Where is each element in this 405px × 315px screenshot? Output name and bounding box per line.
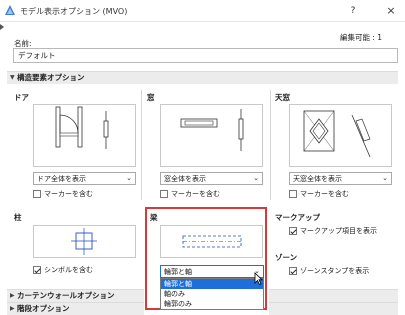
- column-divider: [270, 90, 271, 200]
- column-preview: [33, 225, 136, 258]
- chevron-down-icon: ⌄: [126, 174, 132, 182]
- section-header-construction[interactable]: ▼ 構造要素オプション: [7, 71, 398, 84]
- door-preview: [33, 104, 136, 167]
- section-header-curtain-wall-tail: [269, 289, 398, 302]
- section-header-stair-tail: [269, 302, 398, 315]
- close-button[interactable]: ×: [383, 4, 399, 18]
- door-display-select[interactable]: ドア全体を表示 ⌄: [33, 172, 136, 185]
- mouse-pointer-icon: [254, 272, 263, 285]
- skylight-title: 天窓: [275, 93, 290, 102]
- beam-symbol-icon: [182, 235, 242, 248]
- section-header-curtain-wall[interactable]: ▶ カーテンウォールオプション: [7, 289, 144, 302]
- beam-options-dropdown[interactable]: 輪郭と軸 軸のみ 輪郭のみ: [160, 278, 264, 310]
- column-symbol-label: シンボルを含む: [44, 266, 93, 274]
- skylight-marker-label: マーカーを含む: [300, 190, 349, 198]
- checkbox-box[interactable]: [289, 227, 297, 235]
- checkbox-box[interactable]: [33, 266, 41, 274]
- expand-caret-icon: ▶: [10, 292, 15, 299]
- zone-stamp-checkbox[interactable]: ゾーンスタンプを表示: [289, 266, 369, 276]
- window-title-label: 窓: [147, 93, 155, 102]
- dock-marker-icon: [0, 24, 4, 30]
- window-preview: [160, 104, 263, 167]
- window-select-value: 窓全体を表示: [164, 175, 206, 183]
- beam-display-select[interactable]: 輪郭と軸 ⌄: [160, 265, 264, 278]
- markup-show-label: マークアップ項目を表示: [300, 227, 377, 235]
- markup-show-checkbox[interactable]: マークアップ項目を表示: [289, 226, 377, 236]
- checkbox-box[interactable]: [289, 267, 297, 275]
- skylight-select-value: 天窓全体を表示: [293, 175, 342, 183]
- column-symbol-icon: [71, 228, 97, 255]
- window-marker-label: マーカーを含む: [171, 190, 220, 198]
- zone-title: ゾーン: [275, 253, 298, 262]
- collapse-caret-icon: ▼: [10, 74, 15, 81]
- section-title: 構造要素オプション: [17, 73, 85, 82]
- checkbox-box[interactable]: [289, 190, 297, 198]
- window-display-select[interactable]: 窓全体を表示 ⌄: [160, 172, 263, 185]
- beam-preview: [160, 225, 263, 258]
- chevron-down-icon: ⌄: [382, 174, 388, 182]
- door-marker-checkbox[interactable]: マーカーを含む: [33, 189, 93, 199]
- markup-title: マークアップ: [275, 213, 320, 222]
- door-title: ドア: [14, 93, 29, 102]
- chevron-down-icon: ⌄: [253, 174, 259, 182]
- skylight-preview: [289, 104, 392, 167]
- skylight-display-select[interactable]: 天窓全体を表示 ⌄: [289, 172, 392, 185]
- skylight-symbol-icon: [303, 110, 371, 158]
- beam-option-contour-and-axis[interactable]: 輪郭と軸: [161, 279, 263, 289]
- door-marker-label: マーカーを含む: [44, 190, 93, 198]
- checkbox-box[interactable]: [33, 190, 41, 198]
- beam-option-axis-only[interactable]: 軸のみ: [161, 289, 263, 299]
- column-divider: [141, 90, 142, 200]
- window-symbol-icon: [180, 109, 244, 151]
- title-bar: モデル表示オプション (MVO) ? ×: [0, 0, 405, 22]
- column-title: 柱: [14, 213, 22, 222]
- door-symbol-icon: [55, 106, 109, 149]
- checkbox-box[interactable]: [160, 190, 168, 198]
- zone-stamp-label: ゾーンスタンプを表示: [300, 267, 370, 275]
- skylight-marker-checkbox[interactable]: マーカーを含む: [289, 189, 349, 199]
- expand-caret-icon: ▶: [10, 305, 15, 312]
- editable-count: 編集可能 : 1: [340, 33, 383, 42]
- archicad-app-icon: [5, 5, 15, 15]
- column-symbol-checkbox[interactable]: シンボルを含む: [33, 265, 93, 275]
- name-input[interactable]: デフォルト: [13, 48, 398, 63]
- door-select-value: ドア全体を表示: [37, 175, 86, 183]
- window-marker-checkbox[interactable]: マーカーを含む: [160, 189, 220, 199]
- section-title: 階段オプション: [17, 304, 70, 313]
- help-button[interactable]: ?: [345, 4, 361, 18]
- section-title: カーテンウォールオプション: [17, 291, 115, 300]
- window-title: モデル表示オプション (MVO): [20, 7, 128, 16]
- beam-option-contour-only[interactable]: 輪郭のみ: [161, 299, 263, 309]
- beam-select-value: 輪郭と軸: [164, 268, 192, 276]
- section-header-stair[interactable]: ▶ 階段オプション: [7, 302, 144, 315]
- beam-title: 梁: [150, 213, 158, 222]
